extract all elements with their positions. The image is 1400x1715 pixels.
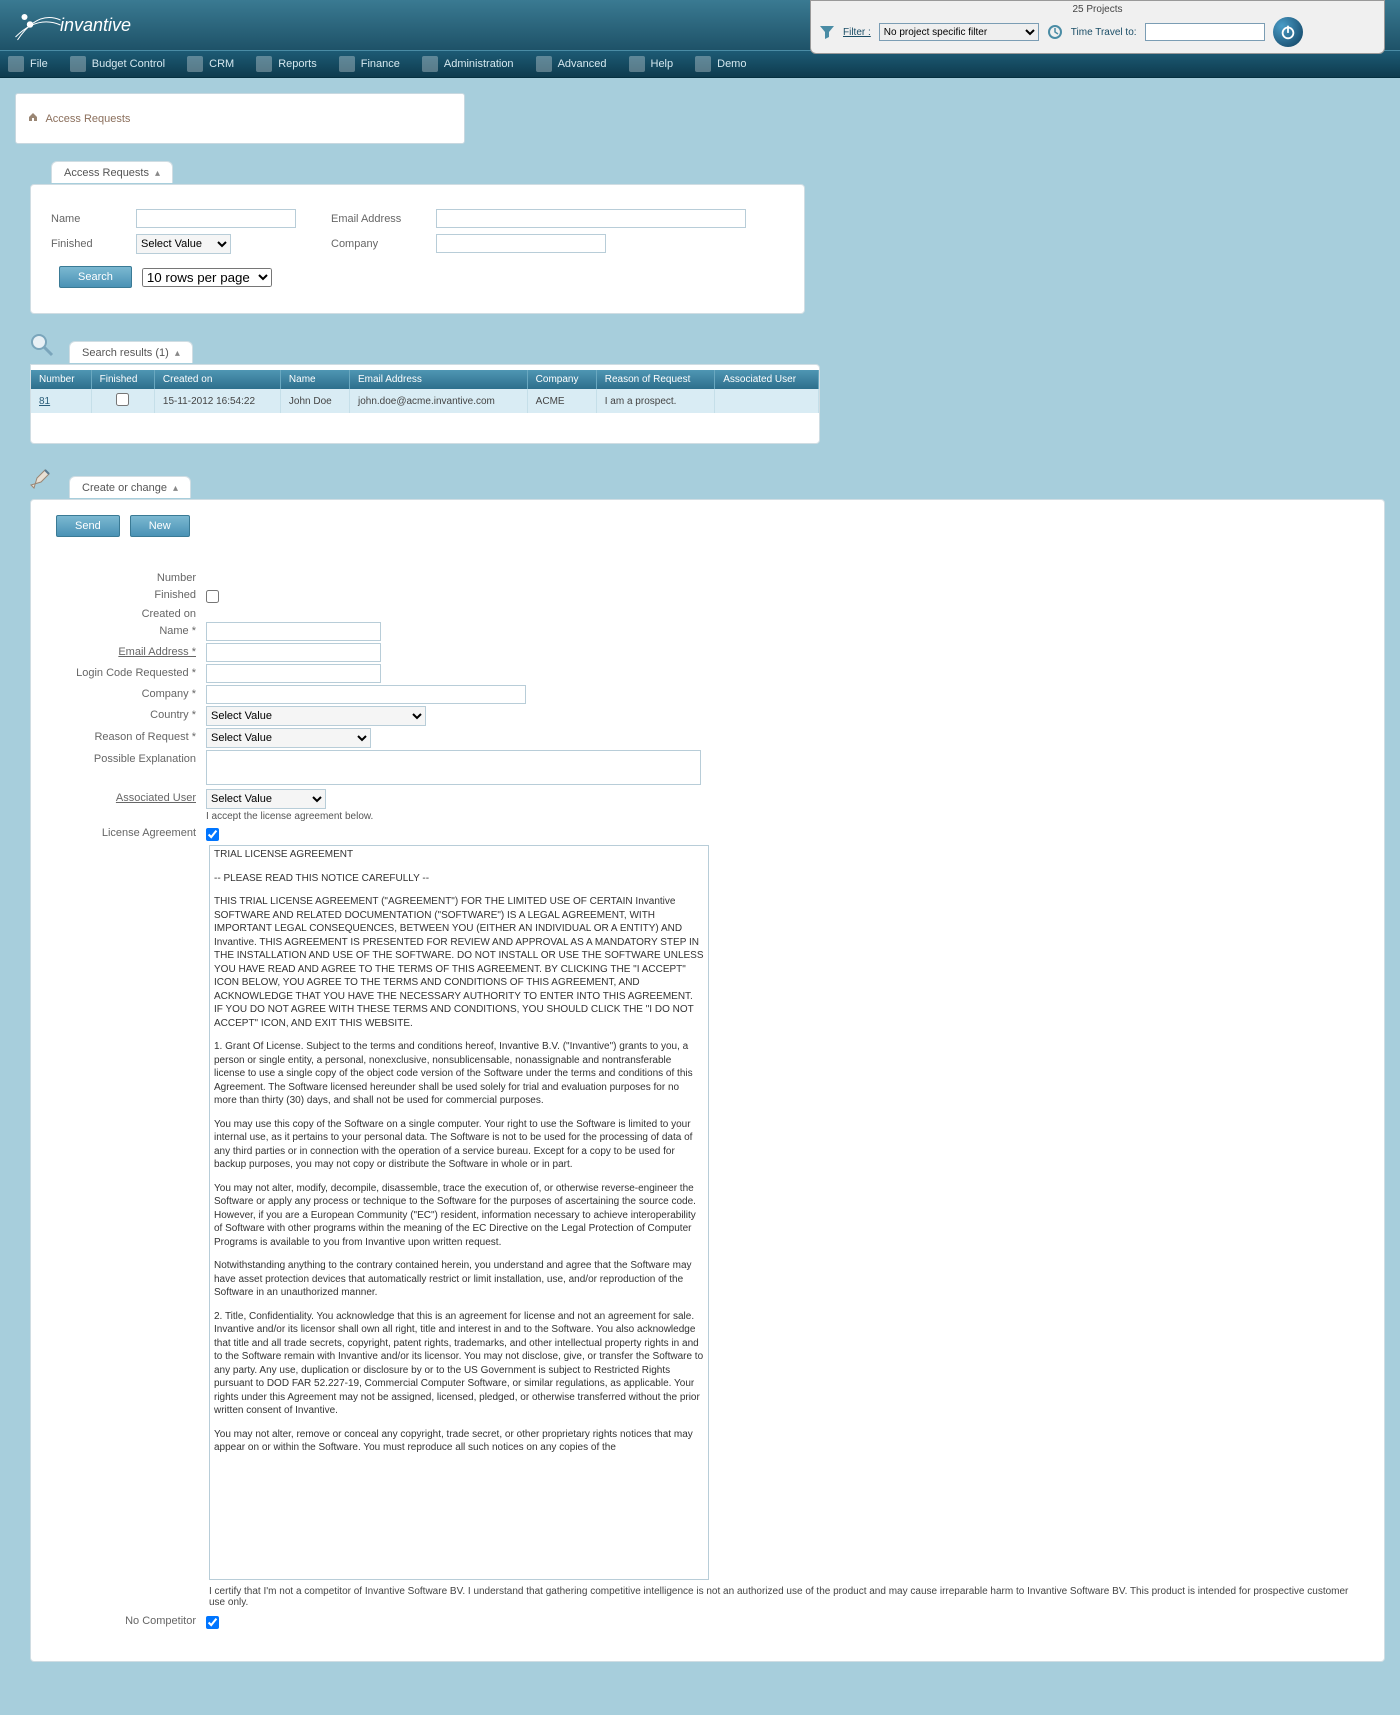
results-table: Number Finished Created on Name Email Ad… xyxy=(31,370,819,413)
menu-advanced[interactable]: Advanced xyxy=(528,50,621,78)
col-user[interactable]: Associated User xyxy=(715,370,819,389)
send-button[interactable]: Send xyxy=(56,515,120,537)
number-label: Number xyxy=(51,569,196,584)
email-input[interactable] xyxy=(206,643,381,662)
col-company[interactable]: Company xyxy=(527,370,596,389)
new-button[interactable]: New xyxy=(130,515,190,537)
col-number[interactable]: Number xyxy=(31,370,91,389)
col-email[interactable]: Email Address xyxy=(349,370,527,389)
table-row[interactable]: 81 15-11-2012 16:54:22 John Doe john.doe… xyxy=(31,389,819,413)
name-input[interactable] xyxy=(206,622,381,641)
row-number-link[interactable]: 81 xyxy=(39,396,50,407)
company-input[interactable] xyxy=(206,685,526,704)
collapse-icon[interactable]: ▴ xyxy=(175,348,180,359)
row-finished-checkbox[interactable] xyxy=(116,393,129,406)
cert-text: I certify that I'm not a competitor of I… xyxy=(209,1586,1359,1608)
license-text[interactable]: TRIAL LICENSE AGREEMENT -- PLEASE READ T… xyxy=(209,845,709,1580)
explanation-label: Possible Explanation xyxy=(51,750,196,765)
top-bar: invantive 25 Projects Filter : No projec… xyxy=(0,0,1400,50)
rows-per-page-select[interactable]: 10 rows per page xyxy=(142,268,272,287)
projects-panel: 25 Projects Filter : No project specific… xyxy=(810,0,1385,54)
row-user xyxy=(715,389,819,413)
menu-budget-control[interactable]: Budget Control xyxy=(62,50,179,78)
login-label: Login Code Requested * xyxy=(51,664,196,679)
clock-icon xyxy=(1047,24,1063,40)
logo-text: invantive xyxy=(60,15,131,36)
finished-checkbox[interactable] xyxy=(206,590,219,603)
filter-label[interactable]: Filter : xyxy=(843,27,871,38)
menu-finance[interactable]: Finance xyxy=(331,50,414,78)
col-finished[interactable]: Finished xyxy=(91,370,154,389)
results-tab[interactable]: Search results (1) ▴ xyxy=(69,341,193,363)
email-label: Email Address xyxy=(331,213,426,225)
filter-icon xyxy=(819,24,835,40)
results-tab-label: Search results (1) xyxy=(82,347,169,359)
company-label: Company * xyxy=(51,685,196,700)
created-on-label: Created on xyxy=(51,605,196,620)
collapse-icon[interactable]: ▴ xyxy=(173,483,178,494)
logout-button[interactable] xyxy=(1273,17,1303,47)
time-travel-label: Time Travel to: xyxy=(1071,27,1137,38)
row-company: ACME xyxy=(527,389,596,413)
explanation-textarea[interactable] xyxy=(206,750,701,785)
company-input[interactable] xyxy=(436,234,606,253)
assoc-user-label: Associated User xyxy=(51,789,196,804)
name-label: Name xyxy=(51,213,126,225)
menu-file[interactable]: File xyxy=(0,50,62,78)
email-label: Email Address * xyxy=(51,643,196,658)
menu-help[interactable]: Help xyxy=(621,50,688,78)
collapse-icon[interactable]: ▴ xyxy=(155,168,160,179)
col-created-on[interactable]: Created on xyxy=(154,370,280,389)
reason-select[interactable]: Select Value xyxy=(206,728,371,748)
search-button[interactable]: Search xyxy=(59,266,132,288)
name-label: Name * xyxy=(51,622,196,637)
form-tab[interactable]: Create or change ▴ xyxy=(69,476,191,498)
filter-select[interactable]: No project specific filter xyxy=(879,23,1039,41)
login-input[interactable] xyxy=(206,664,381,683)
time-travel-input[interactable] xyxy=(1145,23,1265,41)
email-input[interactable] xyxy=(436,209,746,228)
menu-bar: File Budget Control CRM Reports Finance … xyxy=(0,50,1400,78)
pen-icon xyxy=(28,466,56,494)
finished-label: Finished xyxy=(51,238,126,250)
results-panel: Search results (1) ▴ Number Finished Cre… xyxy=(30,364,820,444)
name-input[interactable] xyxy=(136,209,296,228)
finished-label: Finished xyxy=(51,586,196,601)
projects-count: 25 Projects xyxy=(819,4,1376,15)
license-label: License Agreement xyxy=(51,824,196,839)
col-reason[interactable]: Reason of Request xyxy=(596,370,715,389)
license-checkbox[interactable] xyxy=(206,828,219,841)
row-created-on: 15-11-2012 16:54:22 xyxy=(154,389,280,413)
magnifier-icon xyxy=(28,331,56,359)
accept-note: I accept the license agreement below. xyxy=(206,811,1384,822)
menu-reports[interactable]: Reports xyxy=(248,50,331,78)
company-label: Company xyxy=(331,238,426,250)
breadcrumb-text: Access Requests xyxy=(45,113,130,125)
row-reason: I am a prospect. xyxy=(596,389,715,413)
menu-crm[interactable]: CRM xyxy=(179,50,248,78)
country-label: Country * xyxy=(51,706,196,721)
row-email: john.doe@acme.invantive.com xyxy=(349,389,527,413)
country-select[interactable]: Select Value xyxy=(206,706,426,726)
col-name[interactable]: Name xyxy=(280,370,349,389)
assoc-user-select[interactable]: Select Value xyxy=(206,789,326,809)
search-tab-label: Access Requests xyxy=(64,167,149,179)
finished-select[interactable]: Select Value xyxy=(136,234,231,254)
menu-administration[interactable]: Administration xyxy=(414,50,528,78)
form-panel: Create or change ▴ Send New Number Finis… xyxy=(30,499,1385,1662)
reason-label: Reason of Request * xyxy=(51,728,196,743)
breadcrumb: Access Requests xyxy=(15,93,465,144)
search-tab[interactable]: Access Requests ▴ xyxy=(51,161,173,183)
home-icon xyxy=(28,112,38,122)
form-tab-label: Create or change xyxy=(82,482,167,494)
search-panel: Access Requests ▴ Name FinishedSelect Va… xyxy=(30,184,805,314)
menu-demo[interactable]: Demo xyxy=(687,50,760,78)
no-competitor-checkbox[interactable] xyxy=(206,1616,219,1629)
row-name: John Doe xyxy=(280,389,349,413)
no-competitor-label: No Competitor xyxy=(51,1612,196,1627)
